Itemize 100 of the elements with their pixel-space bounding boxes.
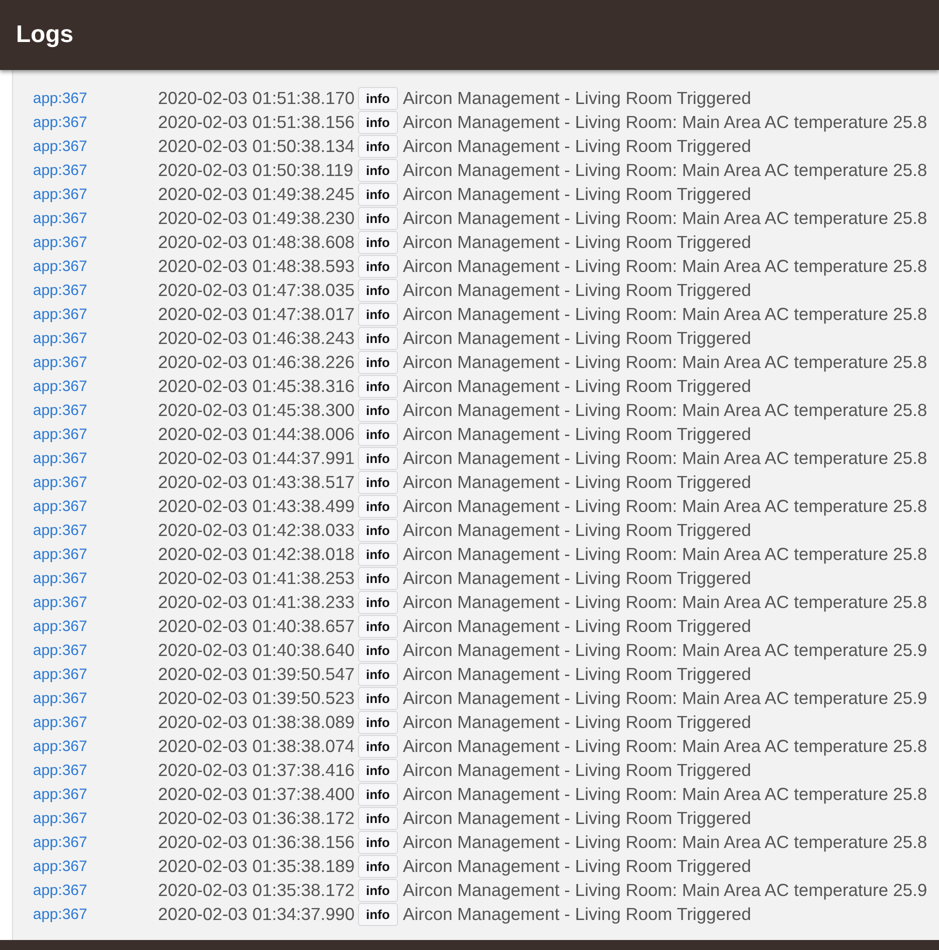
source-link[interactable]: app:367 <box>33 498 158 514</box>
timestamp: 2020-02-03 01:44:37.991 <box>158 448 356 468</box>
source-link[interactable]: app:367 <box>33 234 158 250</box>
level-badge: info <box>358 278 398 302</box>
log-message: Aircon Management - Living Room Triggered <box>402 424 752 444</box>
log-message: Aircon Management - Living Room Triggered <box>402 88 752 108</box>
level-badge: info <box>358 830 398 854</box>
level-badge: info <box>358 566 398 590</box>
source-link[interactable]: app:367 <box>33 642 158 658</box>
source-link[interactable]: app:367 <box>33 762 158 778</box>
source-link[interactable]: app:367 <box>33 378 158 394</box>
log-message: Aircon Management - Living Room: Main Area AC temperature 25.8 <box>402 400 928 420</box>
level-badge: info <box>358 254 398 278</box>
source-link[interactable]: app:367 <box>33 714 158 730</box>
level-badge: info <box>358 806 398 830</box>
source-link[interactable]: app:367 <box>33 258 158 274</box>
source-link[interactable]: app:367 <box>33 402 158 418</box>
timestamp: 2020-02-03 01:35:38.172 <box>158 880 356 900</box>
log-message: Aircon Management - Living Room Triggered <box>402 616 752 636</box>
level-badge: info <box>358 782 398 806</box>
level-badge: info <box>358 854 398 878</box>
log-message: Aircon Management - Living Room Triggered <box>402 712 752 732</box>
source-link[interactable]: app:367 <box>33 570 158 586</box>
source-link[interactable]: app:367 <box>33 306 158 322</box>
timestamp: 2020-02-03 01:41:38.253 <box>158 568 356 588</box>
source-link[interactable]: app:367 <box>33 666 158 682</box>
source-link[interactable]: app:367 <box>33 618 158 634</box>
source-link[interactable]: app:367 <box>33 474 158 490</box>
source-link[interactable]: app:367 <box>33 282 158 298</box>
log-message: Aircon Management - Living Room: Main Area AC temperature 25.8 <box>402 304 928 324</box>
log-message: Aircon Management - Living Room: Main Area AC temperature 25.9 <box>402 640 928 660</box>
log-message: Aircon Management - Living Room Triggered <box>402 184 752 204</box>
source-link[interactable]: app:367 <box>33 450 158 466</box>
log-message: Aircon Management - Living Room: Main Area AC temperature 25.8 <box>402 736 928 756</box>
timestamp: 2020-02-03 01:47:38.035 <box>158 280 356 300</box>
timestamp: 2020-02-03 01:46:38.243 <box>158 328 356 348</box>
source-link[interactable]: app:367 <box>33 522 158 538</box>
level-badge: info <box>358 110 398 134</box>
source-link[interactable]: app:367 <box>33 426 158 442</box>
level-badge: info <box>358 758 398 782</box>
timestamp: 2020-02-03 01:37:38.416 <box>158 760 356 780</box>
level-badge: info <box>358 326 398 350</box>
log-message: Aircon Management - Living Room Triggered <box>402 808 752 828</box>
source-link[interactable]: app:367 <box>33 90 158 106</box>
source-link[interactable]: app:367 <box>33 858 158 874</box>
timestamp: 2020-02-03 01:51:38.156 <box>158 112 356 132</box>
source-link[interactable]: app:367 <box>33 354 158 370</box>
timestamp: 2020-02-03 01:40:38.640 <box>158 640 356 660</box>
timestamp: 2020-02-03 01:38:38.074 <box>158 736 356 756</box>
log-message: Aircon Management - Living Room Triggered <box>402 760 752 780</box>
level-badge: info <box>358 878 398 902</box>
timestamp: 2020-02-03 01:49:38.245 <box>158 184 356 204</box>
source-link[interactable]: app:367 <box>33 210 158 226</box>
log-message: Aircon Management - Living Room: Main Area AC temperature 25.8 <box>402 544 928 564</box>
level-badge: info <box>358 614 398 638</box>
source-link[interactable]: app:367 <box>33 690 158 706</box>
log-message: Aircon Management - Living Room: Main Area AC temperature 25.8 <box>402 352 928 372</box>
source-link[interactable]: app:367 <box>33 594 158 610</box>
level-badge: info <box>358 518 398 542</box>
level-badge: info <box>358 374 398 398</box>
log-message: Aircon Management - Living Room: Main Area AC temperature 25.8 <box>402 256 928 276</box>
source-link[interactable]: app:367 <box>33 546 158 562</box>
timestamp: 2020-02-03 01:34:37.990 <box>158 904 356 924</box>
timestamp: 2020-02-03 01:48:38.608 <box>158 232 356 252</box>
log-message: Aircon Management - Living Room Triggered <box>402 376 752 396</box>
timestamp: 2020-02-03 01:51:38.170 <box>158 88 356 108</box>
source-link[interactable]: app:367 <box>33 786 158 802</box>
source-link[interactable]: app:367 <box>33 138 158 154</box>
timestamp: 2020-02-03 01:48:38.593 <box>158 256 356 276</box>
source-link[interactable]: app:367 <box>33 834 158 850</box>
source-link[interactable]: app:367 <box>33 330 158 346</box>
timestamp: 2020-02-03 01:43:38.517 <box>158 472 356 492</box>
level-badge: info <box>358 230 398 254</box>
timestamp: 2020-02-03 01:49:38.230 <box>158 208 356 228</box>
log-message: Aircon Management - Living Room Triggered <box>402 520 752 540</box>
log-message: Aircon Management - Living Room: Main Area AC temperature 25.8 <box>402 160 928 180</box>
source-link[interactable]: app:367 <box>33 906 158 922</box>
timestamp: 2020-02-03 01:43:38.499 <box>158 496 356 516</box>
level-badge: info <box>358 638 398 662</box>
level-badge: info <box>358 710 398 734</box>
source-link[interactable]: app:367 <box>33 162 158 178</box>
timestamp: 2020-02-03 01:44:38.006 <box>158 424 356 444</box>
level-badge: info <box>358 86 398 110</box>
source-link[interactable]: app:367 <box>33 114 158 130</box>
log-message: Aircon Management - Living Room Triggered <box>402 664 752 684</box>
level-badge: info <box>358 686 398 710</box>
log-message: Aircon Management - Living Room: Main Area AC temperature 25.8 <box>402 832 928 852</box>
source-link[interactable]: app:367 <box>33 738 158 754</box>
log-message: Aircon Management - Living Room: Main Area AC temperature 25.8 <box>402 496 928 516</box>
log-message: Aircon Management - Living Room Triggered <box>402 568 752 588</box>
timestamp: 2020-02-03 01:50:38.134 <box>158 136 356 156</box>
log-message: Aircon Management - Living Room Triggered <box>402 328 752 348</box>
log-message: Aircon Management - Living Room: Main Area AC temperature 25.8 <box>402 592 928 612</box>
timestamp: 2020-02-03 01:35:38.189 <box>158 856 356 876</box>
level-badge: info <box>358 302 398 326</box>
source-link[interactable]: app:367 <box>33 882 158 898</box>
log-message: Aircon Management - Living Room Triggered <box>402 232 752 252</box>
source-link[interactable]: app:367 <box>33 186 158 202</box>
log-message: Aircon Management - Living Room Triggered <box>402 280 752 300</box>
source-link[interactable]: app:367 <box>33 810 158 826</box>
